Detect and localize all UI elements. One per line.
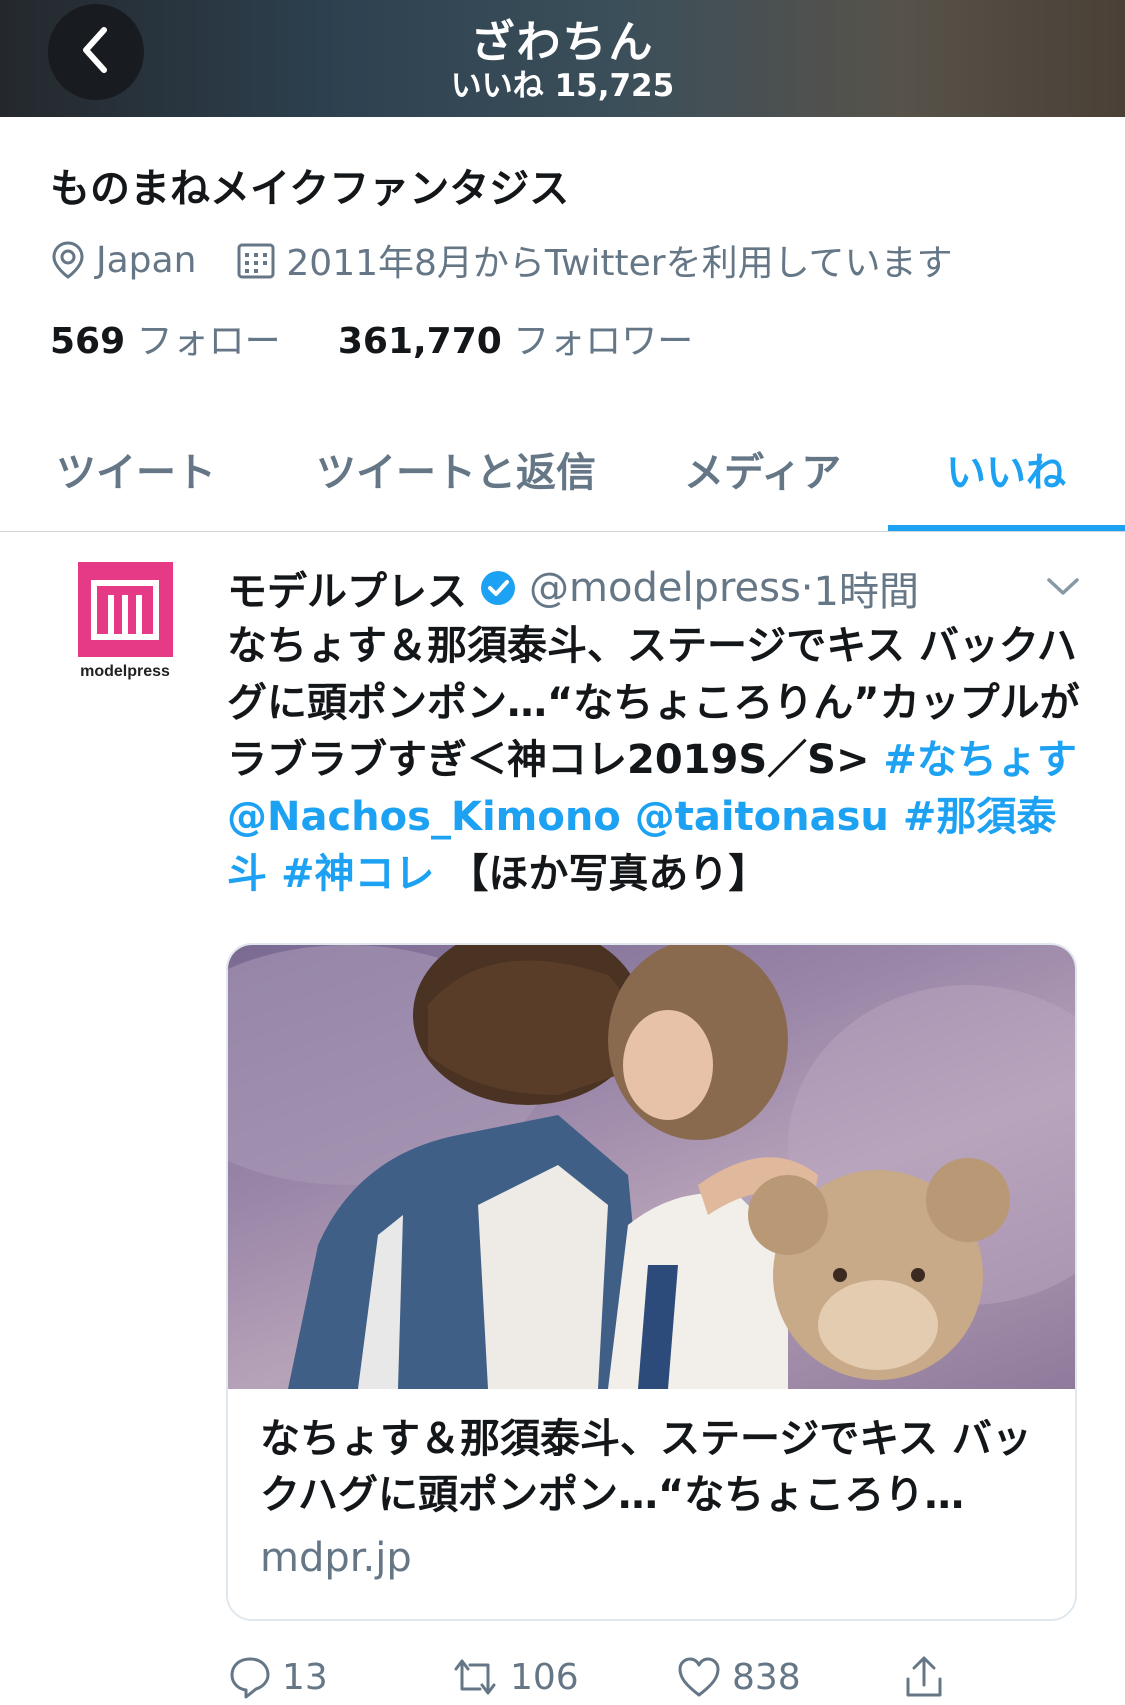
share-button[interactable] [902, 1655, 956, 1699]
tab-tweets-and-replies[interactable]: ツイートと返信 [316, 440, 596, 498]
profile-joined: 2011年8月からTwitterを利用しています [286, 243, 953, 284]
card-title: なちょす＆那須泰斗、ステージでキス バックハグに頭ポンポン…“なちょころり… [260, 1416, 1032, 1518]
tweet-author-handle[interactable]: @modelpress [529, 565, 801, 611]
tweet-separator: · [800, 565, 814, 611]
profile-meta: Japan 2011年8月からTwitterを利用しています [50, 236, 953, 284]
followers-label: フォロワー [513, 321, 694, 362]
retweet-icon [450, 1655, 500, 1699]
chevron-down-icon[interactable] [1045, 574, 1081, 602]
following-link[interactable]: 569 フォロー [50, 321, 281, 362]
profile-location: Japan [96, 239, 197, 281]
reply-icon [228, 1655, 272, 1699]
share-icon [902, 1655, 946, 1699]
tweet-actions: 13 106 838 [0, 1655, 1125, 1705]
reply-button[interactable]: 13 [228, 1655, 328, 1699]
tab-tweets[interactable]: ツイート [56, 440, 216, 498]
tweet-author-name[interactable]: モデルプレス [227, 559, 467, 617]
profile-bio-name: ものまねメイクファンタジス [50, 166, 570, 212]
card-image [228, 945, 1075, 1389]
header-likes-count: いいね 15,725 [450, 68, 675, 104]
following-count: 569 [50, 321, 126, 362]
tweet-header: モデルプレス @modelpress · 1時間 [227, 560, 919, 616]
hashtag-link[interactable]: #なちょす [883, 737, 1077, 783]
mention-link[interactable]: @Nachos_Kimono [227, 794, 621, 840]
tweet-text-tail: 【ほか写真あり】 [448, 851, 769, 897]
like-count: 838 [732, 1656, 801, 1698]
link-card[interactable]: なちょす＆那須泰斗、ステージでキス バックハグに頭ポンポン…“なちょころり… m… [226, 943, 1077, 1621]
reply-count: 13 [282, 1656, 328, 1698]
tweet-timestamp[interactable]: 1時間 [814, 559, 919, 617]
hashtag-link[interactable]: #神コレ [281, 851, 435, 897]
tweet-body: なちょす＆那須泰斗、ステージでキス バックハグに頭ポンポン…“なちょころりん”カ… [227, 618, 1087, 903]
mention-link[interactable]: @taitonasu [635, 794, 889, 840]
followers-link[interactable]: 361,770 フォロワー [338, 321, 693, 362]
location-pin-icon [50, 240, 86, 280]
like-button[interactable]: 838 [676, 1655, 801, 1699]
avatar[interactable]: modelpress [60, 562, 190, 722]
active-tab-indicator [888, 525, 1125, 531]
card-domain: mdpr.jp [260, 1535, 412, 1581]
profile-header: ざわちん いいね 15,725 [0, 0, 1125, 117]
followers-count: 361,770 [337, 321, 502, 362]
heart-icon [676, 1655, 722, 1699]
retweet-count: 106 [510, 1656, 579, 1698]
tab-likes[interactable]: いいね [946, 440, 1066, 498]
avatar-label: modelpress [80, 663, 170, 680]
calendar-icon [236, 240, 276, 280]
follow-stats: 569 フォロー 361,770 フォロワー [50, 312, 693, 364]
profile-tabs: ツイート ツイートと返信 メディア いいね [0, 425, 1125, 532]
retweet-button[interactable]: 106 [450, 1655, 579, 1699]
modelpress-logo-icon [77, 562, 173, 657]
tab-media[interactable]: メディア [684, 440, 841, 498]
verified-badge-icon [479, 569, 517, 607]
following-label: フォロー [136, 321, 281, 362]
